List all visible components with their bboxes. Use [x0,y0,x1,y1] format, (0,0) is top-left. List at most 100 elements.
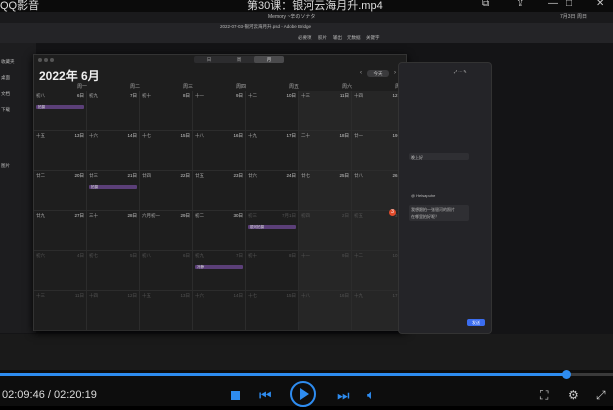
lunar-date: 二十 [301,133,310,138]
calendar-day-cell[interactable]: 六月初一 29日 [140,211,193,251]
workspace-tab-2[interactable]: 输出 [333,35,342,41]
calendar-day-cell[interactable]: 廿六 24日 [246,171,299,211]
stop-icon[interactable] [231,391,240,400]
lunar-date: 十七 [142,133,151,138]
calendar-day-cell[interactable]: 十一 9日 [193,91,246,131]
prev-month-icon[interactable]: ‹ [360,70,362,76]
settings-icon[interactable]: ⚙ [568,388,579,402]
window-zoom-dot[interactable] [50,58,54,62]
next-month-icon[interactable]: › [394,70,396,76]
calendar-day-cell[interactable]: 十八 16日 [299,291,352,331]
calendar-event[interactable]: 冷静 [195,265,243,269]
day-number: 5日 [129,253,137,258]
calendar-day-cell[interactable]: 廿二 20日 [34,171,87,211]
calendar-day-cell[interactable]: 十三 11日 [34,291,87,331]
calendar-day-cell[interactable]: 廿四 22日 [140,171,193,211]
favorites-item[interactable]: 下载 [1,107,10,113]
day-number: 18日 [339,133,349,138]
lunar-date: 十一 [301,253,310,258]
calendar-day-cell[interactable]: 初十 8日 [246,251,299,291]
calendar-day-cell[interactable]: 初九 7日 [87,91,140,131]
notification-badge: 3 [389,209,396,216]
calendar-day-cell[interactable]: 十六 14日 [87,131,140,171]
calendar-day-cell[interactable]: 十九 17日 [246,131,299,171]
send-button[interactable]: 发送 [467,319,485,326]
calendar-day-cell[interactable]: 三十 28日 [87,211,140,251]
chat-toolbar-icons[interactable]: ⤢ ⋯ ✎ [454,69,467,74]
calendar-day-cell[interactable]: 初二 30日 [193,211,246,251]
calendar-day-cell[interactable]: 初八 6日 拍摄 [34,91,87,131]
view-day-button[interactable]: 日 [194,56,224,63]
day-number: 11日 [339,93,349,98]
calendar-event[interactable]: 拍摄 [36,105,84,109]
calendar-day-cell[interactable]: 初三 7月1日 银河拍摄 [246,211,299,251]
workspace-tab-0[interactable]: 必要项 [298,35,312,41]
favorites-item[interactable]: 桌面 [1,75,10,81]
calendar-day-cell[interactable]: 初八 6日 [140,251,193,291]
day-number: 13日 [74,133,84,138]
today-button[interactable]: 今天 [367,70,389,77]
day-number: 29日 [180,213,190,218]
calendar-day-cell[interactable]: 初六 4日 [34,251,87,291]
next-icon[interactable]: ⏭ [337,387,350,404]
calendar-day-cell[interactable]: 廿三 21日 拍摄 [87,171,140,211]
close-icon[interactable]: ✕ [596,0,604,9]
calendar-day-cell[interactable]: 初九 7日 冷静 [193,251,246,291]
calendar-day-cell[interactable]: 廿九 27日 [34,211,87,251]
calendar-day-cell[interactable]: 十五 13日 [34,131,87,171]
calendar-day-cell[interactable]: 初十 8日 [140,91,193,131]
window-minimize-dot[interactable] [44,58,48,62]
maximize-icon[interactable]: □ [566,0,572,9]
day-number: 16日 [339,293,349,298]
play-button[interactable] [290,381,316,407]
workspace-tab-3[interactable]: 元数据 [347,35,361,41]
screenshot-icon[interactable]: ⛶ [540,388,548,403]
view-week-button[interactable]: 周 [224,56,254,63]
chat-panel: ⤢ ⋯ ✎ 晚上好 @ Helsapuhe 我想跟拍一张银河的照片 在哪里拍好呢… [398,62,492,334]
minimize-icon[interactable]: — [548,0,558,9]
view-month-button[interactable]: 月 [254,56,284,63]
calendar-day-cell[interactable]: 十三 11日 [299,91,352,131]
calendar-day-cell[interactable]: 十六 14日 [193,291,246,331]
volume-icon[interactable]: 🔈︎ [367,387,375,403]
calendar-day-cell[interactable]: 十五 13日 [140,291,193,331]
chat-line: 我想跟拍一张银河的照片 [411,207,455,212]
share-icon[interactable]: ⇪ [516,0,524,9]
calendar-day-cell[interactable]: 十二 10日 [246,91,299,131]
calendar-day-cell[interactable]: 十四 12日 [87,291,140,331]
day-number: 30日 [233,213,243,218]
calendar-day-cell[interactable]: 十七 15日 [246,291,299,331]
calendar-day-cell[interactable]: 十八 16日 [193,131,246,171]
lunar-date: 初四 [301,213,310,218]
day-number: 14日 [233,293,243,298]
lunar-date: 三十 [89,213,98,218]
calendar-event[interactable]: 拍摄 [89,185,137,189]
favorites-item[interactable]: 收藏夹 [1,59,15,65]
calendar-day-cell[interactable]: 廿七 25日 [299,171,352,211]
workspace-tab-1[interactable]: 胶片 [318,35,327,41]
fullscreen-icon[interactable]: ⤢ [596,388,606,403]
pip-icon[interactable]: ⧉ [482,0,489,9]
calendar-day-cell[interactable]: 初四 2日 [299,211,352,251]
favorites-item[interactable]: 图片 [1,163,10,169]
previous-icon[interactable]: ⏮ [259,387,272,404]
lunar-date: 十五 [36,133,45,138]
calendar-day-cell[interactable]: 十一 9日 [299,251,352,291]
calendar-event[interactable]: 银河拍摄 [248,225,296,229]
lunar-date: 廿一 [354,133,363,138]
menubar-clock: 7月3日 周日 [560,14,587,20]
workspace-tab-4[interactable]: 关键字 [366,35,380,41]
favorites-item[interactable]: 文档 [1,91,10,97]
weekday-label: 周三 [182,84,193,90]
calendar-day-cell[interactable]: 初七 5日 [87,251,140,291]
calendar-day-cell[interactable]: 十七 15日 [140,131,193,171]
window-close-dot[interactable] [38,58,42,62]
bridge-bottom-panel [0,334,613,370]
calendar-titlebar: 日 周 月 [34,55,406,65]
day-number: 15日 [286,293,296,298]
calendar-day-cell[interactable]: 廿五 23日 [193,171,246,211]
calendar-day-cell[interactable]: 二十 18日 [299,131,352,171]
progress-fill [0,373,567,376]
progress-knob[interactable] [561,370,571,379]
day-number: 13日 [180,293,190,298]
